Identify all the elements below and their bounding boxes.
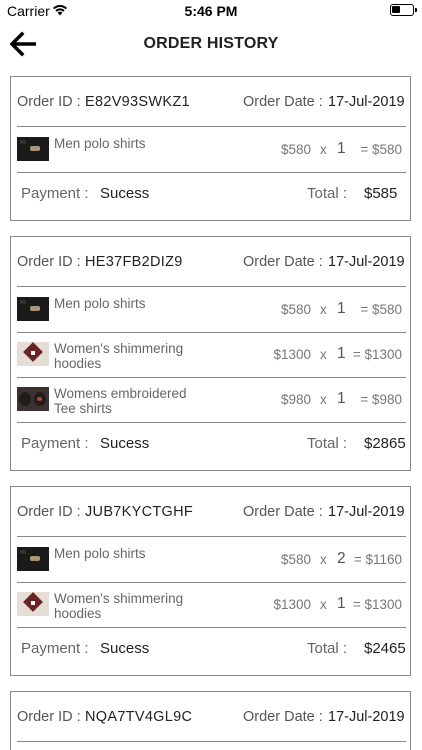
order-date-value: 17-Jul-2019 [328,709,405,725]
divider [17,741,406,742]
item-total: = $1160 [353,552,402,567]
payment-status: Sucess [100,435,150,452]
polo-shirt-thumbnail [17,297,49,321]
order-id-label: Order ID : [17,504,81,520]
order-item-row[interactable]: Men polo shirts $580 x 2 = $1160 [11,537,410,582]
order-id-value: HE37FB2DIZ9 [85,254,183,270]
tee-shirt-thumbnail [17,387,49,411]
order-total: $2465 [364,640,406,657]
item-total: = $580 [360,302,402,317]
order-header: Order ID : NQA7TV4GL9C Order Date : 17-J… [11,692,410,742]
polo-shirt-thumbnail [17,547,49,571]
order-total: $2865 [364,435,406,452]
order-date-value: 17-Jul-2019 [328,504,405,520]
order-header: Order ID : HE37FB2DIZ9 Order Date : 17-J… [11,237,410,287]
order-date-label: Order Date : [243,94,323,110]
order-date-label: Order Date : [243,254,323,270]
item-name: Women's shimmering hoodies [54,591,184,621]
order-item-row[interactable]: Women's shimmering hoodies $1300 x 1 = $… [11,582,410,627]
order-card: Order ID : HE37FB2DIZ9 Order Date : 17-J… [10,236,411,471]
order-header: Order ID : E82V93SWKZ1 Order Date : 17-J… [11,77,410,127]
item-name: Men polo shirts [54,296,146,311]
navigation-bar: ORDER HISTORY [0,22,422,68]
order-id-label: Order ID : [17,94,81,110]
order-item-row[interactable]: Women's shimmering hoodies $1300 x 1 = $… [11,332,410,377]
order-id-label: Order ID : [17,254,81,270]
order-date-value: 17-Jul-2019 [328,254,405,270]
item-quantity: 1 [337,140,346,157]
item-name: Men polo shirts [54,546,146,561]
multiply-sign: x [320,302,327,317]
payment-status: Sucess [100,640,150,657]
order-id-label: Order ID : [17,709,81,725]
payment-label: Payment : [21,640,89,657]
item-price: $1300 [273,597,311,612]
item-price: $580 [280,552,311,567]
item-price: $1300 [273,347,311,362]
order-header: Order ID : JUB7KYCTGHF Order Date : 17-J… [11,487,410,537]
order-card: Order ID : NQA7TV4GL9C Order Date : 17-J… [10,691,411,750]
item-quantity: 1 [337,390,346,407]
battery-icon [390,4,417,16]
order-id-value: NQA7TV4GL9C [85,709,193,725]
total-label: Total : [307,435,348,452]
order-footer: Payment : Sucess Total : $2465 [11,627,410,671]
item-name: Womens embroidered Tee shirts [54,386,187,416]
item-total: = $580 [360,142,402,157]
item-quantity: 1 [337,345,346,362]
total-label: Total : [307,640,348,657]
order-total: $585 [364,185,398,202]
multiply-sign: x [320,142,327,157]
order-item-row[interactable]: Men polo shirts $580 x 1 = $580 [11,287,410,332]
item-price: $980 [280,392,311,407]
order-item-row[interactable]: Womens embroidered Tee shirts $980 x 1 =… [11,377,410,422]
item-total: = $980 [360,392,402,407]
item-price: $580 [280,302,311,317]
item-quantity: 2 [337,550,346,567]
order-date-label: Order Date : [243,709,323,725]
order-footer: Payment : Sucess Total : $2865 [11,422,410,466]
payment-label: Payment : [21,185,89,202]
item-total: = $1300 [352,347,402,362]
order-card: Order ID : E82V93SWKZ1 Order Date : 17-J… [10,76,411,221]
hoodie-thumbnail [17,592,49,616]
multiply-sign: x [320,347,327,362]
item-quantity: 1 [337,300,346,317]
payment-status: Sucess [100,185,150,202]
order-id-value: JUB7KYCTGHF [85,504,194,520]
multiply-sign: x [320,597,327,612]
status-bar: Carrier 5:46 PM [0,0,422,22]
item-name: Women's shimmering hoodies [54,341,184,371]
order-card: Order ID : JUB7KYCTGHF Order Date : 17-J… [10,486,411,676]
page-title: ORDER HISTORY [143,35,279,52]
item-quantity: 1 [337,595,346,612]
payment-label: Payment : [21,435,89,452]
clock: 5:46 PM [184,3,238,19]
polo-shirt-thumbnail [17,137,49,161]
order-id-value: E82V93SWKZ1 [85,94,190,110]
multiply-sign: x [320,552,327,567]
order-date-value: 17-Jul-2019 [328,94,405,110]
item-price: $580 [280,142,311,157]
hoodie-thumbnail [17,342,49,366]
multiply-sign: x [320,392,327,407]
item-name: Men polo shirts [54,136,146,151]
order-footer: Payment : Sucess Total : $585 [11,172,410,216]
item-total: = $1300 [352,597,402,612]
total-label: Total : [307,185,348,202]
order-date-label: Order Date : [243,504,323,520]
order-item-row[interactable]: Men polo shirts $580 x 1 = $580 [11,127,410,172]
